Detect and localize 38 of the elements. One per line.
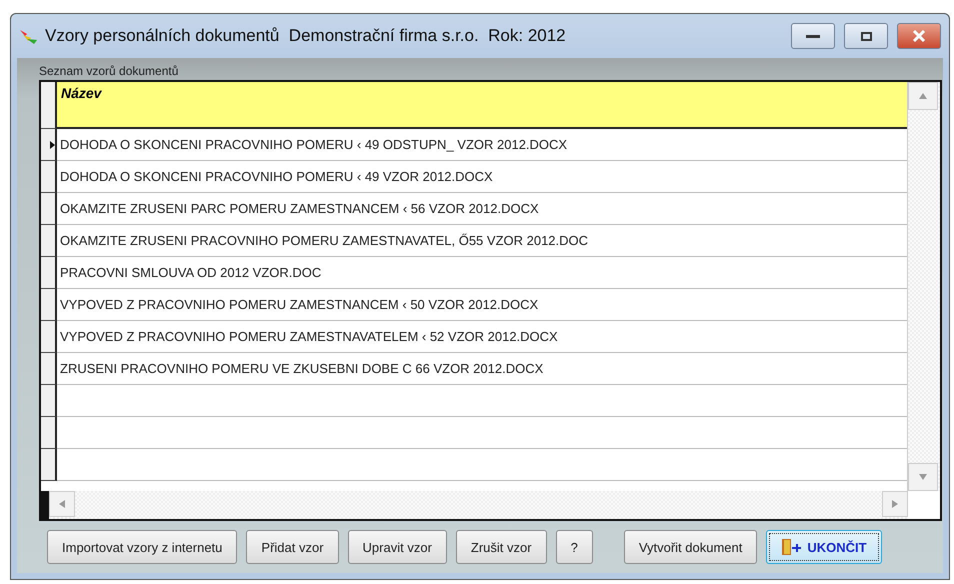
row-selector[interactable] xyxy=(41,257,57,289)
row-selector xyxy=(41,449,57,481)
exit-button[interactable]: UKONČIT xyxy=(766,530,882,564)
action-button[interactable]: Importovat vzory z internetu xyxy=(47,530,238,564)
scroll-right-button[interactable] xyxy=(882,491,908,517)
right-arrow-icon xyxy=(892,500,898,508)
scroll-up-button[interactable] xyxy=(908,82,938,110)
row-selector[interactable] xyxy=(41,225,57,257)
action-button[interactable]: ? xyxy=(556,530,593,564)
row-selector[interactable] xyxy=(41,353,57,385)
minimize-button[interactable] xyxy=(791,23,835,49)
down-arrow-icon xyxy=(919,474,927,480)
row-pointer-icon xyxy=(50,140,55,148)
maximize-button[interactable] xyxy=(844,23,888,49)
close-icon xyxy=(912,30,926,42)
row-selector xyxy=(41,417,57,449)
action-button[interactable]: Upravit vzor xyxy=(348,530,447,564)
action-button[interactable]: Zrušit vzor xyxy=(456,530,547,564)
action-button[interactable]: Přidat vzor xyxy=(246,530,339,564)
app-icon xyxy=(19,27,39,45)
row-selector xyxy=(41,385,57,417)
minimize-icon xyxy=(806,33,820,39)
up-arrow-icon xyxy=(919,93,927,99)
column-header: Název xyxy=(57,82,907,129)
scroll-left-button[interactable] xyxy=(49,491,75,517)
door-exit-icon xyxy=(781,538,802,556)
scroll-down-button[interactable] xyxy=(908,463,938,491)
row-selector[interactable] xyxy=(41,161,57,193)
action-button[interactable]: Vytvořit dokument xyxy=(624,530,758,564)
row-selector[interactable] xyxy=(41,129,57,161)
maximize-icon xyxy=(860,32,872,40)
list-label: Seznam vzorů dokumentů xyxy=(39,64,180,78)
row-selector[interactable] xyxy=(41,289,57,321)
close-button[interactable] xyxy=(897,23,941,49)
window-title: Vzory personálních dokumentů Demonstrační firma s.r.o. Rok: 2012 xyxy=(45,26,567,46)
row-selector[interactable] xyxy=(41,193,57,225)
left-arrow-icon xyxy=(59,500,65,508)
row-selector[interactable] xyxy=(41,321,57,353)
